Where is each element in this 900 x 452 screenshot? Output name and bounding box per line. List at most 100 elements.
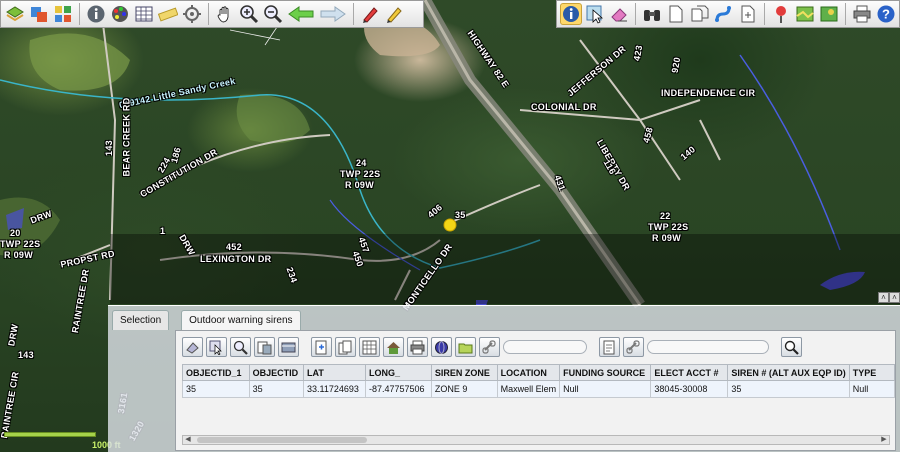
attribute-table: OBJECTID_1 OBJECTID LAT LONG_ SIREN ZONE… [182,364,896,398]
zoom-in-icon[interactable] [238,3,260,25]
column-header[interactable]: TYPE [848,364,896,381]
map-label-twp-b2: TWP 22S [648,222,689,232]
folder-icon[interactable] [455,337,476,357]
column-header[interactable]: OBJECTID [248,364,305,381]
panel-up-icon[interactable]: ˄ [878,292,889,303]
column-header[interactable]: LOCATION [496,364,561,381]
refresh-icon[interactable] [28,3,50,25]
table-icon[interactable] [133,3,155,25]
print-table-icon[interactable] [407,337,428,357]
column-header[interactable]: ELECT ACCT # [650,364,729,381]
pencil-yellow-icon[interactable] [383,3,405,25]
options-icon[interactable] [278,337,299,357]
pushpin-icon[interactable] [770,3,792,25]
panel-tabs: Selection Outdoor warning sirens [108,310,301,330]
grid-icon[interactable] [52,3,74,25]
map-label-bear-creek: BEAR CREEK RD [121,97,132,177]
column-header[interactable]: FUNDING SOURCE [559,364,652,381]
home-icon[interactable] [383,337,404,357]
zoom-to-icon[interactable] [230,337,251,357]
table-cell: 33.11724693 [303,380,366,398]
column-header[interactable]: LONG_ [364,364,432,381]
map-label-twp-a2: TWP 22S [340,169,381,179]
map-label-colonial: COLONIAL DR [531,102,597,112]
map-label-twp-c1: 20 [10,228,21,238]
map-label-twp-c3: R 09W [4,250,34,260]
document-add-icon[interactable] [737,3,759,25]
map-label-452: 452 [226,242,242,252]
scroll-right-icon[interactable]: ▶ [879,436,889,444]
column-header[interactable]: SIREN # (ALT AUX EQP ID) [727,364,850,381]
column-header[interactable]: SIREN ZONE [430,364,498,381]
identify-icon[interactable] [560,3,582,25]
map-layers-icon[interactable] [4,3,26,25]
eraser-icon[interactable] [608,3,630,25]
select-features-icon[interactable] [206,337,227,357]
main-toolbar [0,0,424,28]
map-pin-icon[interactable] [818,3,840,25]
table-cell: 35 [248,380,305,398]
toolbar-separator [845,3,846,25]
panel-close-icon[interactable]: ˄ [889,292,900,303]
measure-icon[interactable] [157,3,179,25]
scrollbar-thumb[interactable] [197,437,367,443]
select-icon[interactable] [584,3,606,25]
attribute-panel: Selection Outdoor warning sirens OBJECTI… [108,305,900,452]
gps-icon[interactable] [181,3,203,25]
info-icon[interactable] [85,3,107,25]
scroll-left-icon[interactable]: ◀ [183,436,193,444]
column-header[interactable]: LAT [303,364,366,381]
palette-icon[interactable] [109,3,131,25]
search-icon[interactable] [781,337,802,357]
table-cell: -87.47757506 [364,380,432,398]
export-icon[interactable] [254,337,275,357]
pencil-red-icon[interactable] [359,3,381,25]
table-header-row: OBJECTID_1 OBJECTID LAT LONG_ SIREN ZONE… [182,364,896,381]
pan-hand-icon[interactable] [214,3,236,25]
table-cell: 35 [727,380,850,398]
tab-selection[interactable]: Selection [112,310,170,330]
forward-arrow-icon[interactable] [318,3,348,25]
table-row[interactable]: 35 35 33.11724693 -87.47757506 ZONE 9 Ma… [182,380,896,398]
toolbar-separator [353,3,354,25]
back-arrow-icon[interactable] [286,3,316,25]
table-cell: 35 [182,380,250,398]
filter-field[interactable] [647,340,769,354]
add-row-icon[interactable] [311,337,332,357]
grid-view-icon[interactable] [359,337,380,357]
tab-outdoor-warning-sirens[interactable]: Outdoor warning sirens [181,310,301,330]
attribute-table-container: OBJECTID_1 OBJECTID LAT LONG_ SIREN ZONE… [175,330,896,451]
link-icon[interactable] [479,337,500,357]
map-label-lexington: LEXINGTON DR [200,254,272,264]
toolbar-separator [79,3,80,25]
route-icon[interactable] [713,3,735,25]
copy-rows-icon[interactable] [335,337,356,357]
horizontal-scrollbar[interactable]: ◀ ▶ [182,435,890,445]
document-icon[interactable] [665,3,687,25]
map-label-143b: 143 [18,350,34,360]
map-green-icon[interactable] [794,3,816,25]
toolbar-separator [635,3,636,25]
table-cell: ZONE 9 [430,380,498,398]
binoculars-icon[interactable] [641,3,663,25]
map-label-twp-a3: R 09W [345,180,375,190]
table-cell: Null [559,380,652,398]
column-header[interactable]: OBJECTID_1 [182,364,250,381]
clear-selection-icon[interactable] [182,337,203,357]
copy-icon[interactable] [689,3,711,25]
secondary-toolbar: ? [556,0,900,28]
map-label-twp-b3: R 09W [652,233,682,243]
table-cell: Maxwell Elem [496,380,561,398]
help-icon[interactable]: ? [875,3,897,25]
svg-text:?: ? [882,7,890,22]
map-label-twp-a1: 24 [356,158,367,168]
map-label-siren-number: 35 [455,210,466,220]
filter-link-icon[interactable] [623,337,644,357]
map-label-twp-c2: TWP 22S [0,239,41,249]
zoom-out-icon[interactable] [262,3,284,25]
printer-icon[interactable] [851,3,873,25]
query-icon[interactable] [599,337,620,357]
globe-icon[interactable] [431,337,452,357]
map-label-independence: INDEPENDENCE CIR [661,88,756,98]
query-field[interactable] [503,340,587,354]
